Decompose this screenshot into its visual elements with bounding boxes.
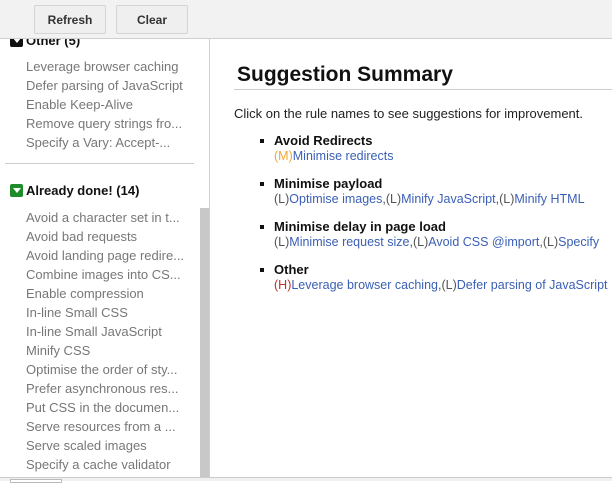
sidebar-rule-item[interactable]: Leverage browser caching	[26, 57, 186, 76]
toolbar: Refresh Clear	[0, 0, 612, 39]
rule-group-title: Other	[274, 262, 608, 277]
other-rule-list: Leverage browser caching Defer parsing of…	[26, 57, 186, 152]
priority-label: (L)	[499, 192, 515, 206]
sidebar-rule-item[interactable]: Avoid landing page redire...	[26, 246, 186, 265]
clear-button[interactable]: Clear	[116, 5, 188, 34]
scrollbar[interactable]	[200, 208, 209, 477]
rule-links: (L)Minimise request size,(L)Avoid CSS @i…	[274, 234, 599, 250]
sidebar-rule-item[interactable]: Specify a cache validator	[26, 455, 186, 474]
sidebar-rule-item[interactable]: Combine images into CS...	[26, 265, 186, 284]
priority-label: (H)	[274, 278, 292, 292]
sidebar-rule-item[interactable]: Optimise the order of sty...	[26, 360, 186, 379]
rule-group: Other (H)Leverage browser caching,(L)Defe…	[274, 262, 608, 293]
rule-links: (M)Minimise redirects	[274, 148, 393, 164]
rule-link[interactable]: Optimise images	[289, 192, 382, 206]
rule-group-title: Avoid Redirects	[274, 133, 393, 148]
rule-group-title: Minimise delay in page load	[274, 219, 599, 234]
category-label: Other (5)	[26, 39, 81, 48]
sidebar-rule-item[interactable]: Remove query strings fro...	[26, 114, 186, 133]
sidebar-rule-item[interactable]: In-line Small JavaScript	[26, 322, 186, 341]
rule-link[interactable]: Leverage browser caching	[291, 278, 438, 292]
done-rule-list: Avoid a character set in t... Avoid bad r…	[26, 208, 186, 474]
rule-link[interactable]: Minify HTML	[514, 192, 584, 206]
category-label: Already done! (14)	[26, 183, 140, 198]
rule-link[interactable]: Minify JavaScript	[401, 192, 495, 206]
refresh-button[interactable]: Refresh	[34, 5, 106, 34]
sidebar-rule-item[interactable]: In-line Small CSS	[26, 303, 186, 322]
main-panel: Suggestion Summary Click on the rule nam…	[211, 40, 612, 477]
rule-link[interactable]: Minimise request size	[289, 235, 409, 249]
rule-group: Avoid Redirects (M)Minimise redirects	[274, 133, 393, 164]
rule-links: (H)Leverage browser caching,(L)Defer par…	[274, 277, 608, 293]
priority-label: (L)	[274, 192, 290, 206]
sidebar-rule-item[interactable]: Minify CSS	[26, 341, 186, 360]
divider	[5, 163, 194, 164]
category-already-done[interactable]: Already done! (14)	[10, 183, 139, 198]
sidebar-rule-item[interactable]: Serve resources from a ...	[26, 417, 186, 436]
page-title: Suggestion Summary	[237, 63, 453, 86]
priority-label: (L)	[385, 192, 402, 206]
status-bar	[0, 477, 612, 483]
sidebar-rule-item[interactable]: Enable Keep-Alive	[26, 95, 186, 114]
category-other[interactable]: Other (5)	[10, 39, 80, 48]
priority-label: (L)	[441, 278, 457, 292]
rule-link[interactable]: Avoid CSS @import	[428, 235, 539, 249]
priority-label: (L)	[542, 235, 559, 249]
collapse-icon	[10, 184, 23, 197]
rule-group-title: Minimise payload	[274, 176, 585, 191]
rule-link[interactable]: Specify	[558, 235, 599, 249]
collapse-icon	[10, 39, 23, 47]
sidebar-rule-item[interactable]: Enable compression	[26, 284, 186, 303]
sidebar-rule-item[interactable]: Avoid a character set in t...	[26, 208, 186, 227]
rule-group: Minimise payload (L)Optimise images,(L)Mi…	[274, 176, 585, 207]
sidebar-rule-item[interactable]: Put CSS in the documen...	[26, 398, 186, 417]
rule-group: Minimise delay in page load (L)Minimise r…	[274, 219, 599, 250]
rule-links: (L)Optimise images,(L)Minify JavaScript,…	[274, 191, 585, 207]
intro-text: Click on the rule names to see suggestio…	[234, 106, 584, 121]
priority-label: (L)	[412, 235, 429, 249]
priority-label: (M)	[274, 149, 293, 163]
sidebar-rule-item[interactable]: Specify a Vary: Accept-...	[26, 133, 186, 152]
sidebar: Other (5) Leverage browser caching Defer …	[0, 39, 210, 477]
sidebar-rule-item[interactable]: Prefer asynchronous res...	[26, 379, 186, 398]
sidebar-rule-item[interactable]: Avoid bad requests	[26, 227, 186, 246]
sidebar-rule-item[interactable]: Defer parsing of JavaScript	[26, 76, 186, 95]
rule-link[interactable]: Defer parsing of JavaScript	[457, 278, 608, 292]
sidebar-rule-item[interactable]: Serve scaled images	[26, 436, 186, 455]
rule-link[interactable]: Minimise redirects	[293, 149, 394, 163]
priority-label: (L)	[274, 235, 290, 249]
bottom-tab[interactable]	[10, 479, 62, 483]
title-underline	[234, 89, 612, 90]
